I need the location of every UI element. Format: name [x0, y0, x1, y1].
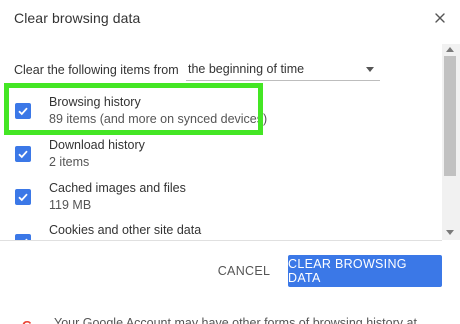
time-range-value: the beginning of time: [188, 62, 305, 76]
item-subtitle: 119 MB: [49, 198, 92, 212]
dialog-title: Clear browsing data: [14, 10, 141, 26]
google-logo-icon: G: [22, 318, 36, 324]
footer-note: G Your Google Account may have other for…: [0, 296, 460, 324]
footer-text: Your Google Account may have other forms…: [54, 316, 417, 324]
scroll-down-arrow-icon[interactable]: [446, 230, 454, 235]
item-subtitle: 2 items: [49, 155, 90, 169]
item-title: Download history: [49, 138, 145, 152]
item-title: Browsing history: [49, 95, 141, 109]
checkbox-item-download-history[interactable]: Download history 2 items: [0, 134, 440, 174]
checkmark-icon: [18, 193, 28, 202]
checkbox-item-browsing-history[interactable]: Browsing history 89 items (and more on s…: [0, 91, 440, 131]
checkbox-cached-images[interactable]: [15, 189, 31, 205]
time-range-row: Clear the following items from the begin…: [14, 62, 380, 83]
close-button[interactable]: [430, 8, 450, 28]
item-subtitle: 89 items (and more on synced devices): [49, 112, 268, 126]
clear-browsing-data-button[interactable]: CLEAR BROWSING DATA: [288, 255, 442, 287]
item-title: Cached images and files: [49, 181, 186, 195]
chevron-down-icon: [366, 67, 374, 72]
checkmark-icon: [18, 107, 28, 116]
scroll-up-arrow-icon[interactable]: [446, 47, 454, 52]
close-icon: [435, 13, 445, 23]
time-range-select[interactable]: the beginning of time: [186, 59, 380, 81]
item-title: Cookies and other site data: [49, 223, 202, 237]
checkbox-item-cached-images[interactable]: Cached images and files 119 MB: [0, 177, 440, 217]
divider: [0, 240, 442, 241]
checkbox-browsing-history[interactable]: [15, 103, 31, 119]
time-range-label: Clear the following items from: [14, 63, 179, 77]
checkbox-item-cookies[interactable]: Cookies and other site data: [0, 220, 440, 240]
clear-browsing-data-dialog: Clear browsing data Clear the following …: [0, 0, 460, 324]
checkmark-icon: [18, 150, 28, 159]
cancel-button[interactable]: CANCEL: [208, 256, 280, 286]
scrollbar-thumb[interactable]: [444, 56, 456, 176]
checkbox-download-history[interactable]: [15, 146, 31, 162]
